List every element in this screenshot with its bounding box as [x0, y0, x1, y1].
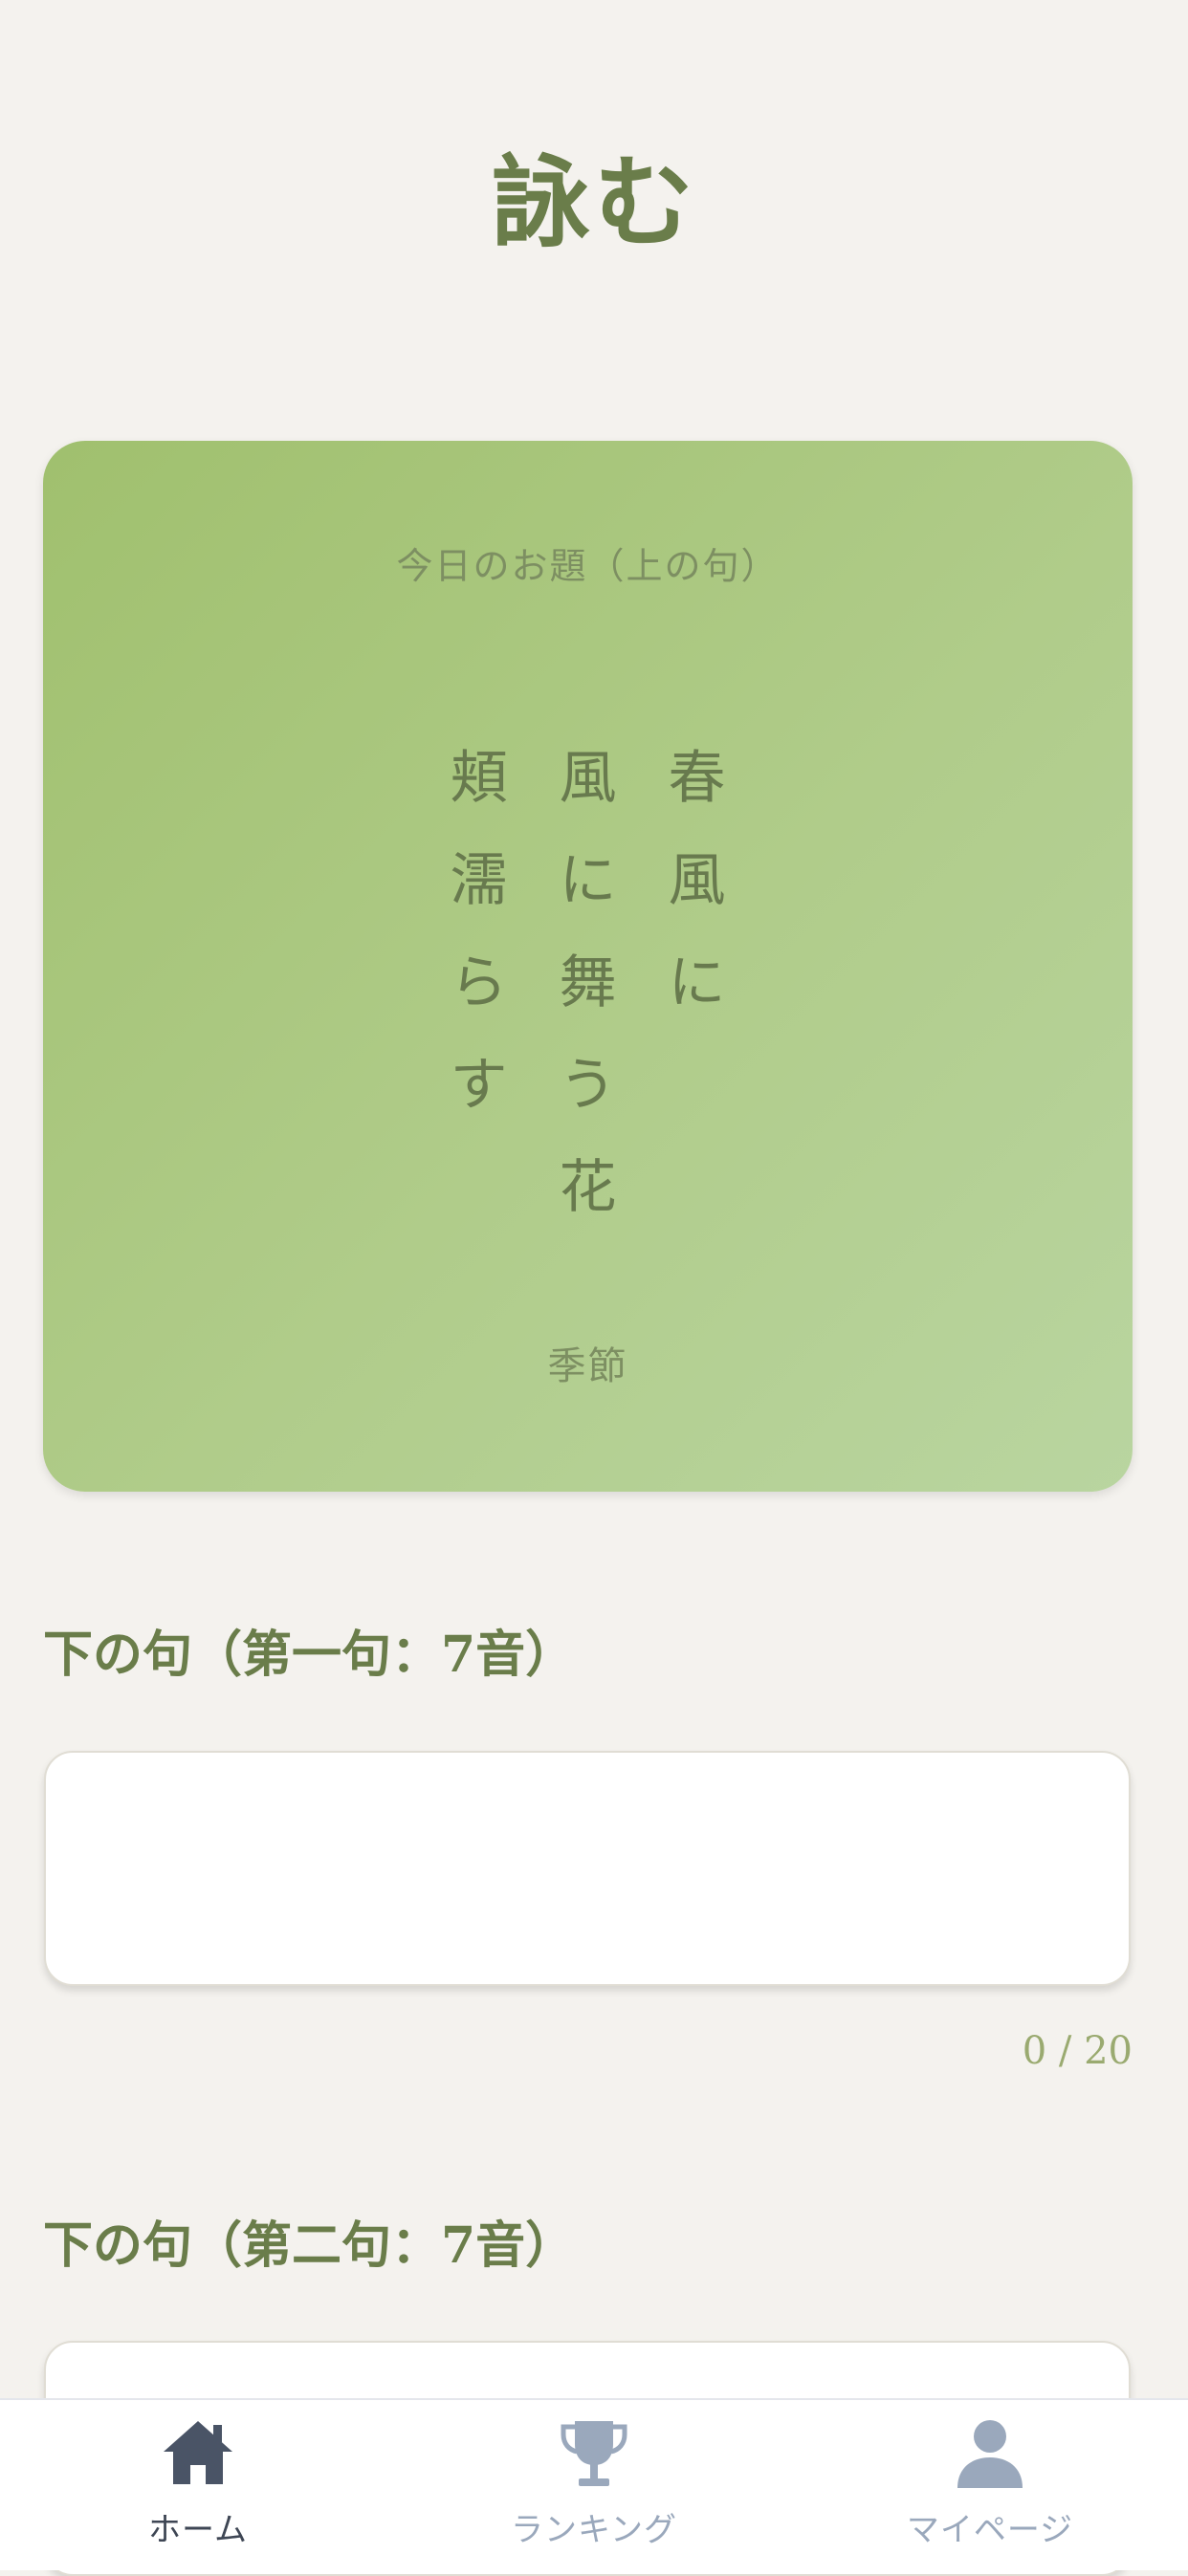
- verse-line: 頬濡らす: [448, 728, 511, 1239]
- verse-char: 風: [668, 847, 726, 914]
- verse-char: 風: [559, 745, 617, 812]
- verse-line: 風に舞う花: [557, 728, 620, 1239]
- theme-card: 今日のお題（上の句） 春風に 風に舞う花 頬濡らす 季節: [43, 441, 1133, 1492]
- verse-line: 春風に: [666, 728, 729, 1239]
- nav-mypage-label: マイページ: [906, 2511, 1074, 2549]
- nav-ranking[interactable]: ランキング: [396, 2400, 792, 2570]
- verse-char: う: [559, 1052, 617, 1119]
- theme-verse: 春風に 風に舞う花 頬濡らす: [43, 728, 1133, 1239]
- verse-char: に: [559, 847, 617, 914]
- field1-char-counter: 0 / 20: [1022, 2029, 1133, 2073]
- trophy-icon: [561, 2421, 627, 2486]
- verse-char: 春: [668, 745, 726, 812]
- verse-char: ら: [450, 950, 508, 1016]
- verse-char: す: [450, 1052, 508, 1119]
- nav-home-label: ホーム: [148, 2511, 248, 2549]
- verse-char: に: [668, 950, 726, 1016]
- theme-label: 今日のお題（上の句）: [396, 545, 780, 587]
- verse-char: 舞: [559, 950, 617, 1016]
- bottom-nav: ホーム ランキング マイページ: [0, 2398, 1188, 2570]
- nav-home[interactable]: ホーム: [0, 2400, 396, 2570]
- home-icon: [164, 2421, 232, 2484]
- theme-category: 季節: [547, 1344, 628, 1388]
- user-icon: [957, 2420, 1023, 2488]
- verse-char: 頬: [450, 745, 508, 812]
- field1-input[interactable]: [44, 1751, 1131, 1986]
- field2-label: 下の句（第二句：7音）: [43, 2216, 576, 2275]
- nav-mypage[interactable]: マイページ: [792, 2400, 1188, 2570]
- field1-label: 下の句（第一句：7音）: [43, 1626, 576, 1684]
- app-title: 詠む: [490, 143, 697, 261]
- verse-char: 花: [559, 1154, 617, 1221]
- nav-ranking-label: ランキング: [511, 2511, 677, 2549]
- verse-char: 濡: [450, 847, 508, 914]
